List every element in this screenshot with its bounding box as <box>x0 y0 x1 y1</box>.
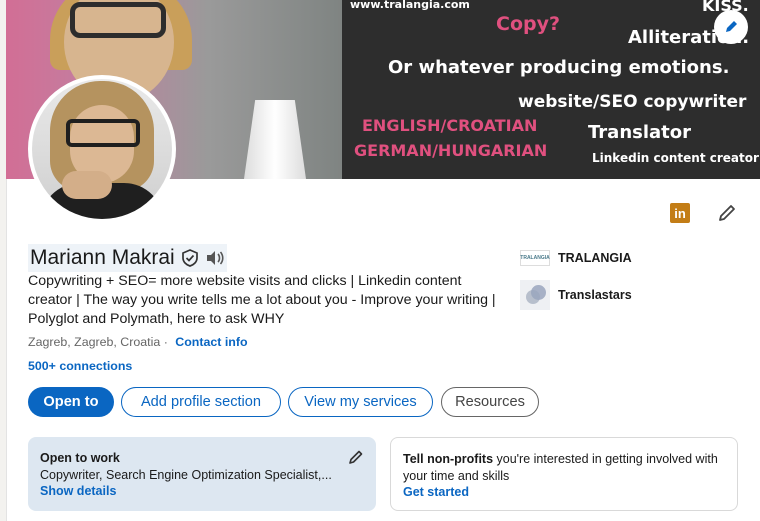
banner-emotions: Or whatever producing emotions. <box>388 57 730 78</box>
company-translastars[interactable]: Translastars <box>520 280 632 310</box>
current-company-tralangia[interactable]: TRALANGIA TRALANGIA <box>520 250 632 266</box>
show-details-link[interactable]: Show details <box>40 483 364 500</box>
resources-button[interactable]: Resources <box>441 387 539 417</box>
banner-lang2: GERMAN/HUNGARIAN <box>354 141 548 160</box>
banner-seo: website/SEO copywriter <box>518 92 747 112</box>
company-name: Translastars <box>558 288 632 302</box>
banner-url: www.tralangia.com <box>350 0 470 11</box>
pencil-icon[interactable] <box>348 449 364 465</box>
contact-info-link[interactable]: Contact info <box>175 335 247 349</box>
banner-copy: Copy? <box>496 13 561 35</box>
profile-avatar[interactable] <box>28 75 176 223</box>
nonprofits-card[interactable]: Tell non-profits you're interested in ge… <box>390 437 738 511</box>
pencil-icon <box>726 21 737 32</box>
banner-lang1: ENGLISH/CROATIAN <box>362 116 538 135</box>
get-started-link[interactable]: Get started <box>403 484 725 501</box>
lamp-image <box>244 100 306 179</box>
open-to-work-title: Open to work <box>40 451 120 465</box>
profile-headline: Copywriting + SEO= more website visits a… <box>28 273 496 327</box>
edit-intro-button[interactable] <box>714 200 740 226</box>
profile-location-row: Zagreb, Zagreb, Croatia · Contact info <box>28 335 248 349</box>
linkedin-badge-icon[interactable]: in <box>670 203 690 223</box>
location-separator: · <box>163 335 168 349</box>
open-to-work-card[interactable]: Open to work Copywriter, Search Engine O… <box>28 437 376 511</box>
banner-translator: Translator <box>588 122 692 143</box>
banner-text-area: www.tralangia.com KISS. Copy? Alliterati… <box>342 0 760 179</box>
pencil-icon <box>719 205 735 221</box>
profile-location: Zagreb, Zagreb, Croatia <box>28 335 161 349</box>
profile-name: Mariann Makrai <box>30 246 175 269</box>
open-to-work-roles: Copywriter, Search Engine Optimization S… <box>40 467 332 482</box>
company-name: TRALANGIA <box>558 251 632 265</box>
nonprofits-bold: Tell non-profits <box>403 452 494 466</box>
name-pronunciation-speaker-icon[interactable] <box>205 249 225 267</box>
connections-link[interactable]: 500+ connections <box>28 359 132 373</box>
tralangia-logo: TRALANGIA <box>520 250 550 266</box>
view-my-services-button[interactable]: View my services <box>288 387 433 417</box>
open-to-button[interactable]: Open to <box>28 387 114 417</box>
edit-banner-button[interactable] <box>714 10 748 44</box>
verified-shield-icon[interactable] <box>181 249 199 267</box>
translastars-logo <box>520 280 550 310</box>
add-profile-section-button[interactable]: Add profile section <box>121 387 281 417</box>
profile-name-row: Mariann Makrai <box>28 244 227 272</box>
nonprofits-text: Tell non-profits you're interested in ge… <box>403 451 725 484</box>
banner-linkedin-creator: Linkedin content creator <box>592 151 759 165</box>
